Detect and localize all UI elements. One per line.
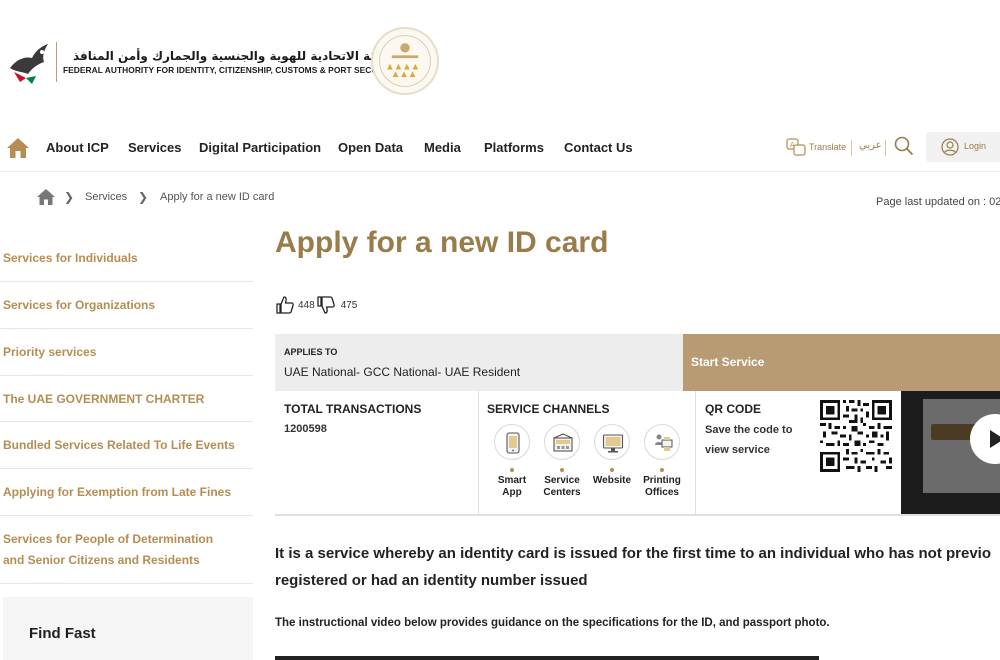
nav-divider [851,140,852,156]
channel-dot [610,468,614,472]
channel-label-line1: Printing [643,475,681,486]
nav-item-open-data[interactable]: Open Data [338,140,403,155]
breadcrumb-services[interactable]: Services [85,191,127,203]
falcon-logo-icon [10,44,48,84]
breadcrumb-home-icon[interactable] [36,188,56,206]
info-divider [695,391,696,514]
sidebar-item-late-fines-exemption[interactable]: Applying for Exemption from Late Fines [0,469,253,516]
page-title: Apply for a new ID card [275,226,609,259]
breadcrumb-current-page: Apply for a new ID card [160,191,275,203]
applies-to-label: APPLIES TO [284,347,338,357]
service-channels-label: SERVICE CHANNELS [487,402,610,416]
arabic-language-link[interactable]: عربي [859,140,882,151]
chevron-right-icon: ❯ [138,190,149,204]
building-icon [553,433,573,452]
instructional-video-player[interactable] [275,656,819,660]
logo-english-name: FEDERAL AUTHORITY FOR IDENTITY, CITIZENS… [63,65,397,75]
login-label: Login [964,141,987,151]
channel-printing-offices[interactable]: Printing Offices [637,424,687,499]
applies-to-panel: APPLIES TO UAE National- GCC National- U… [275,334,683,391]
channel-dot [510,468,514,472]
nav-item-digital-participation[interactable]: Digital Participation [199,140,321,155]
thumbs-up-icon[interactable] [275,295,295,315]
svg-text:A: A [790,141,795,149]
channel-website[interactable]: Website [587,424,637,487]
channel-icon-circle [644,424,680,460]
printing-office-icon [655,434,673,451]
find-fast-title: Find Fast [29,625,96,642]
channel-label-line2: App [502,487,522,498]
qr-instruction-line1: Save the code to [705,424,793,436]
service-description: It is a service whereby an identity card… [275,540,1000,594]
login-button[interactable]: Login [926,132,1000,162]
find-fast-panel: Find Fast [3,597,253,660]
thumbs-down-icon[interactable] [316,295,336,315]
channel-service-centers[interactable]: Service Centers [537,424,587,499]
start-service-button[interactable]: Start Service [683,334,1000,391]
channel-label-line1: Smart [497,475,527,486]
monitor-icon [602,434,624,453]
total-transactions-label: TOTAL TRANSACTIONS [284,402,422,416]
nav-divider [885,140,886,156]
nav-item-platforms[interactable]: Platforms [484,140,544,155]
video-thumbnail[interactable] [901,391,1000,514]
channel-label-line1: Website [592,475,632,486]
qr-instruction-line2: view service [705,444,770,456]
government-emblem-icon [371,27,439,95]
sidebar-item-priority-services[interactable]: Priority services [0,329,253,376]
translate-link[interactable]: Translate [809,142,846,152]
nav-item-contact-us[interactable]: Contact Us [564,140,633,155]
page-last-updated: Page last updated on : 02/ [876,196,1000,208]
translate-icon[interactable]: A [786,138,806,156]
nav-item-about-icp[interactable]: About ICP [46,140,109,155]
applies-to-value: UAE National- GCC National- UAE Resident [284,365,521,379]
info-divider [478,391,479,514]
play-icon [990,430,1000,448]
main-navigation: About ICP Services Digital Participation… [0,128,1000,172]
sidebar-item-individuals[interactable]: Services for Individuals [0,234,253,282]
channel-icon-circle [594,424,630,460]
channel-label-line1: Service [544,475,580,486]
smartphone-icon [506,432,520,454]
qr-code-label: QR CODE [705,402,762,416]
total-transactions-value: 1200598 [284,423,327,435]
rating-bar: 448 475 [275,293,357,317]
description-line1: It is a service whereby an identity card… [275,545,992,562]
likes-count: 448 [298,299,315,311]
logo-text: الهيئة الاتحادية للهوية والجنسية والجمار… [63,48,397,76]
user-icon [941,138,959,156]
channel-label-line2: Centers [543,487,581,498]
search-icon[interactable] [894,136,914,156]
video-instruction-text: The instructional video below provides g… [275,617,830,629]
home-icon[interactable] [6,137,30,159]
authority-logo[interactable]: الهيئة الاتحادية للهوية والجنسية والجمار… [6,38,397,86]
qr-code-image [820,400,892,472]
sidebar-menu: Services for Individuals Services for Or… [0,234,253,584]
channel-icon-circle [544,424,580,460]
nav-item-services[interactable]: Services [128,140,182,155]
sidebar-item-organizations[interactable]: Services for Organizations [0,282,253,329]
sidebar-item-bundled-services[interactable]: Bundled Services Related To Life Events [0,422,253,469]
logo-arabic-name: الهيئة الاتحادية للهوية والجنسية والجمار… [72,49,397,63]
sidebar-item-government-charter[interactable]: The UAE GOVERNMENT CHARTER [0,376,253,422]
channel-icon-circle [494,424,530,460]
dislikes-count: 475 [340,299,358,311]
start-service-label: Start Service [691,355,765,369]
description-line2: registered or had an identity number iss… [275,572,588,589]
logo-divider [56,42,57,82]
sidebar-item-people-of-determination[interactable]: Services for People of Determination and… [0,516,253,584]
channel-label-line2: Offices [645,487,679,498]
channel-smart-app[interactable]: Smart App [487,424,537,499]
channel-dot [560,468,564,472]
nav-item-media[interactable]: Media [424,140,461,155]
channel-dot [660,468,664,472]
service-info-row: TOTAL TRANSACTIONS 1200598 SERVICE CHANN… [275,391,1000,516]
chevron-right-icon: ❯ [64,190,75,204]
